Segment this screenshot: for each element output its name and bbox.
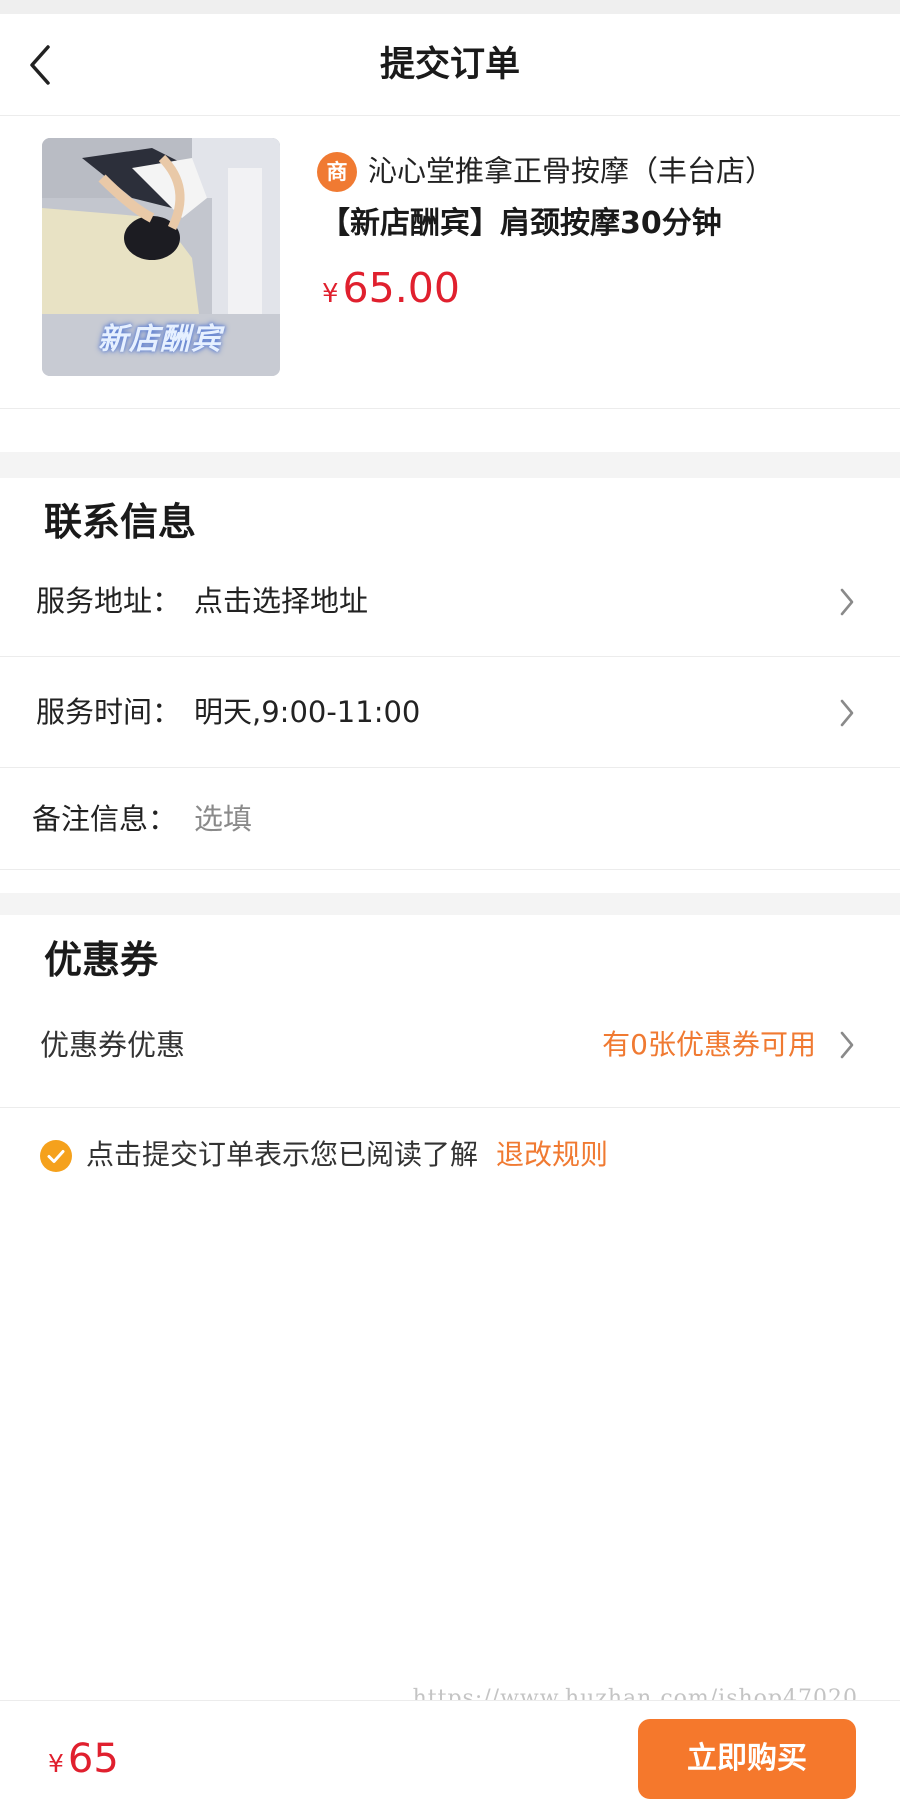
product-price: ¥65.00 xyxy=(322,262,460,323)
agreement-text: 点击提交订单表示您已阅读了解 xyxy=(86,1138,479,1171)
product-card: 新店酬宾 商 沁心堂推拿正骨按摩（丰台店） 【新店酬宾】肩颈按摩30分钟 ¥65… xyxy=(0,116,900,409)
check-circle-icon[interactable] xyxy=(40,1140,72,1172)
time-value: 明天,9:00-11:00 xyxy=(194,695,421,729)
price-amount: 65.00 xyxy=(342,264,460,312)
remark-input[interactable]: 选填 xyxy=(194,798,252,840)
page-title: 提交订单 xyxy=(379,45,520,85)
remark-label: 备注信息： xyxy=(32,802,178,836)
buy-now-button[interactable]: 立即购买 xyxy=(638,1719,856,1799)
time-label: 服务时间： xyxy=(36,695,182,729)
status-bar-strip xyxy=(0,0,900,14)
coupon-available: 有0张优惠券可用 xyxy=(602,1028,816,1061)
chevron-right-icon xyxy=(840,588,854,616)
total-amount: 65 xyxy=(67,1736,119,1782)
section-divider xyxy=(0,452,900,478)
coupon-section-title: 优惠券 xyxy=(44,938,159,982)
coupon-label: 优惠券优惠 xyxy=(40,1028,186,1062)
service-time-row[interactable]: 服务时间： 明天,9:00-11:00 xyxy=(0,657,900,768)
refund-rules-link[interactable]: 退改规则 xyxy=(496,1135,608,1175)
service-address-row[interactable]: 服务地址： 点击选择地址 xyxy=(0,554,900,657)
shop-badge: 商 xyxy=(317,152,357,192)
contact-section-title: 联系信息 xyxy=(44,500,197,544)
address-label: 服务地址： xyxy=(36,584,182,618)
total-currency: ¥ xyxy=(48,1749,64,1778)
product-name: 【新店酬宾】肩颈按摩30分钟 xyxy=(320,206,722,241)
price-currency: ¥ xyxy=(322,279,339,309)
remark-row[interactable]: 备注信息： 选填 xyxy=(0,768,900,870)
image-caption: 新店酬宾 xyxy=(98,322,222,357)
chevron-right-icon xyxy=(840,699,854,727)
address-value: 点击选择地址 xyxy=(194,584,369,618)
shop-name: 沁心堂推拿正骨按摩（丰台店） xyxy=(368,154,775,188)
total-price: ¥65 xyxy=(48,1733,119,1793)
coupon-row[interactable]: 优惠券优惠 有0张优惠券可用 xyxy=(0,1000,900,1108)
bottom-bar: ¥65 立即购买 xyxy=(0,1700,900,1814)
order-page: 提交订单 新店酬宾 商 沁心堂推拿正骨按摩（丰台店） 【新店酬宾】肩颈按摩30分… xyxy=(0,0,900,1814)
product-image[interactable]: 新店酬宾 xyxy=(42,138,280,376)
chevron-right-icon xyxy=(840,1031,854,1059)
section-divider xyxy=(0,893,900,915)
header: 提交订单 xyxy=(0,14,900,116)
